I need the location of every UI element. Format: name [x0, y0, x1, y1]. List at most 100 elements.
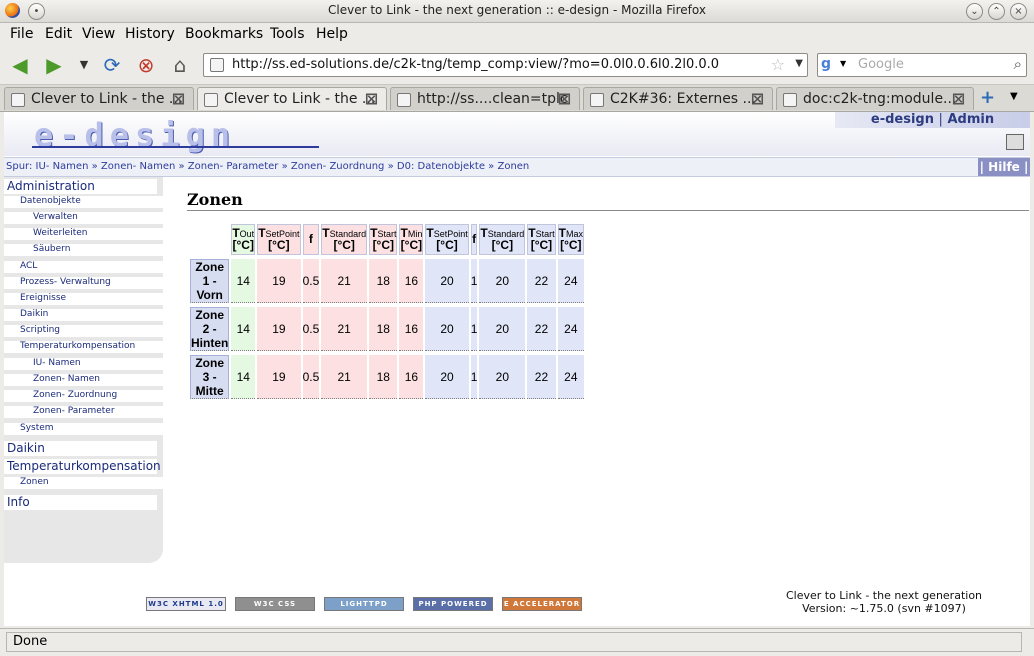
php-powered-badge[interactable]: PHP POWERED — [413, 597, 493, 611]
table-corner — [190, 224, 230, 255]
tab-favicon-icon — [204, 93, 218, 107]
menu-bookmarks[interactable]: Bookmarks — [185, 26, 263, 42]
table-cell: 19 — [257, 259, 301, 303]
menu-edit[interactable]: Edit — [45, 26, 72, 42]
sidebar-item[interactable]: Scripting — [4, 325, 170, 337]
zone-name[interactable]: Zone 2 - Hinten — [190, 307, 230, 351]
sidebar-item[interactable]: Administration — [4, 179, 157, 194]
sidebar-item[interactable]: ACL — [4, 261, 170, 273]
table-cell: 22 — [527, 259, 556, 303]
sidebar-item[interactable]: Ereignisse — [4, 293, 170, 305]
close-icon[interactable]: × — [1010, 3, 1027, 20]
column-header: TStart [°C] — [527, 224, 556, 255]
footer-info: Clever to Link - the next generation Ver… — [784, 589, 984, 615]
table-cell: 24 — [557, 307, 584, 351]
user-name[interactable]: e-design — [871, 112, 934, 127]
tab-4[interactable]: C2K#36: Externes ... ⊠ — [583, 87, 773, 110]
sidebar-item[interactable]: Daikin — [4, 309, 170, 321]
column-header: TMax [°C] — [557, 224, 584, 255]
table-cell: 16 — [399, 355, 424, 399]
tab-list-icon[interactable]: ▼ — [1010, 91, 1018, 102]
site-logo[interactable]: e-design — [34, 116, 236, 154]
table-cell: 21 — [321, 355, 368, 399]
table-cell: 14 — [231, 355, 256, 399]
zone-name[interactable]: Zone 3 - Mitte — [190, 355, 230, 399]
url-dropdown-icon[interactable]: ▼ — [795, 58, 803, 69]
help-link[interactable]: | Hilfe | — [978, 158, 1030, 176]
column-header: TSetPoint [°C] — [257, 224, 301, 255]
url-field[interactable]: http://ss.ed-solutions.de/c2k-tng/temp_c… — [203, 53, 808, 77]
menu-tools[interactable]: Tools — [270, 26, 305, 42]
tab-1[interactable]: Clever to Link - the ... ⊠ — [4, 87, 194, 110]
column-unit: [°C] — [333, 238, 355, 252]
sidebar-item[interactable]: IU- Namen — [4, 358, 183, 370]
magnifier-icon[interactable]: ⌕ — [1014, 55, 1022, 73]
table-cell: 20 — [479, 307, 526, 351]
sidebar-item[interactable]: Datenobjekte — [4, 196, 170, 208]
history-dropdown-icon[interactable]: ▼ — [72, 54, 96, 76]
w3c-xhtml-badge[interactable]: W3C XHTML 1.0 — [146, 597, 226, 611]
column-header: f — [302, 224, 320, 255]
site-footer: W3C XHTML 1.0 W3C CSS LIGHTTPD PHP POWER… — [144, 587, 1024, 617]
tab-close-icon[interactable]: ⊠ — [558, 89, 571, 108]
sidebar-item[interactable]: Zonen — [4, 477, 170, 489]
sidebar-item[interactable]: Daikin — [4, 441, 157, 456]
reload-icon[interactable]: ⟳ — [100, 54, 124, 76]
menu-view[interactable]: View — [82, 26, 115, 42]
table-cell: 1 — [470, 307, 478, 351]
column-header: TMin [°C] — [399, 224, 424, 255]
tab-close-icon[interactable]: ⊠ — [952, 89, 965, 108]
tab-label: http://ss....clean=tplc — [417, 91, 568, 107]
sidebar-item[interactable]: Weiterleiten — [4, 228, 183, 240]
user-box: e-design | Admin — [835, 112, 1030, 128]
admin-link[interactable]: Admin — [947, 112, 994, 127]
minimize-icon[interactable]: ⌄ — [966, 3, 983, 20]
lighttpd-badge[interactable]: LIGHTTPD — [324, 597, 404, 611]
tab-3[interactable]: http://ss....clean=tplc ⊠ — [390, 87, 580, 110]
sidebar-item[interactable]: Zonen- Namen — [4, 374, 183, 386]
sidebar-item[interactable]: Verwalten — [4, 212, 183, 224]
stop-icon[interactable]: ⊗ — [134, 54, 158, 76]
tab-close-icon[interactable]: ⊠ — [365, 89, 378, 108]
table-cell: 1 — [470, 259, 478, 303]
eaccelerator-badge[interactable]: E ACCELERATOR — [502, 597, 582, 611]
column-symbol: T — [480, 226, 488, 240]
breadcrumb-trail[interactable]: Spur: IU- Namen » Zonen- Namen » Zonen- … — [6, 161, 529, 172]
sidebar-item[interactable]: System — [4, 423, 170, 435]
back-icon[interactable]: ◀ — [8, 54, 32, 76]
search-engine-dropdown-icon[interactable]: ▼ — [840, 59, 846, 68]
maximize-icon[interactable]: ⌃ — [988, 3, 1005, 20]
sidebar-item[interactable]: Temperaturkompensation — [4, 341, 170, 353]
tab-label: Clever to Link - the ... — [31, 91, 183, 107]
tab-bar: Clever to Link - the ... ⊠ Clever to Lin… — [0, 85, 1034, 112]
tab-5[interactable]: doc:c2k-tng:module... ⊠ — [776, 87, 974, 110]
sidebar-item[interactable]: Prozess- Verwaltung — [4, 277, 170, 289]
column-symbol: T — [258, 226, 266, 240]
sidebar-item[interactable]: Zonen- Zuordnung — [4, 390, 183, 402]
new-tab-icon[interactable]: + — [980, 87, 995, 108]
home-icon[interactable]: ⌂ — [168, 54, 192, 76]
menu-help[interactable]: Help — [316, 26, 348, 42]
sidebar-item[interactable]: Temperaturkompensation — [4, 459, 161, 474]
tab-close-icon[interactable]: ⊠ — [751, 89, 764, 108]
print-icon[interactable] — [1006, 134, 1024, 150]
tab-close-icon[interactable]: ⊠ — [172, 89, 185, 108]
forward-icon[interactable]: ▶ — [42, 54, 66, 76]
sidebar-item[interactable]: Zonen- Parameter — [4, 406, 183, 418]
sidebar-item[interactable]: Säubern — [4, 244, 183, 256]
zone-name[interactable]: Zone 1 - Vorn — [190, 259, 230, 303]
google-logo-icon[interactable]: g — [821, 56, 837, 72]
table-row: Zone 1 - Vorn 14 19 0.5 21 18 16 20 1 20 22 24 — [190, 259, 584, 303]
tab-2-active[interactable]: Clever to Link - the ... ⊠ — [197, 87, 387, 110]
column-header: TStandard [°C] — [479, 224, 526, 255]
menu-file[interactable]: File — [10, 26, 33, 42]
sidebar-item[interactable]: Info — [4, 495, 157, 510]
page-title: Zonen — [187, 190, 243, 209]
title-divider — [187, 210, 1029, 211]
column-header: TSetPoint [°C] — [425, 224, 469, 255]
bookmark-star-icon[interactable]: ☆ — [771, 55, 785, 74]
table-cell: 21 — [321, 259, 368, 303]
w3c-css-badge[interactable]: W3C CSS — [235, 597, 315, 611]
search-field[interactable]: g ▼ Google ⌕ — [817, 53, 1027, 77]
menu-history[interactable]: History — [125, 26, 175, 42]
